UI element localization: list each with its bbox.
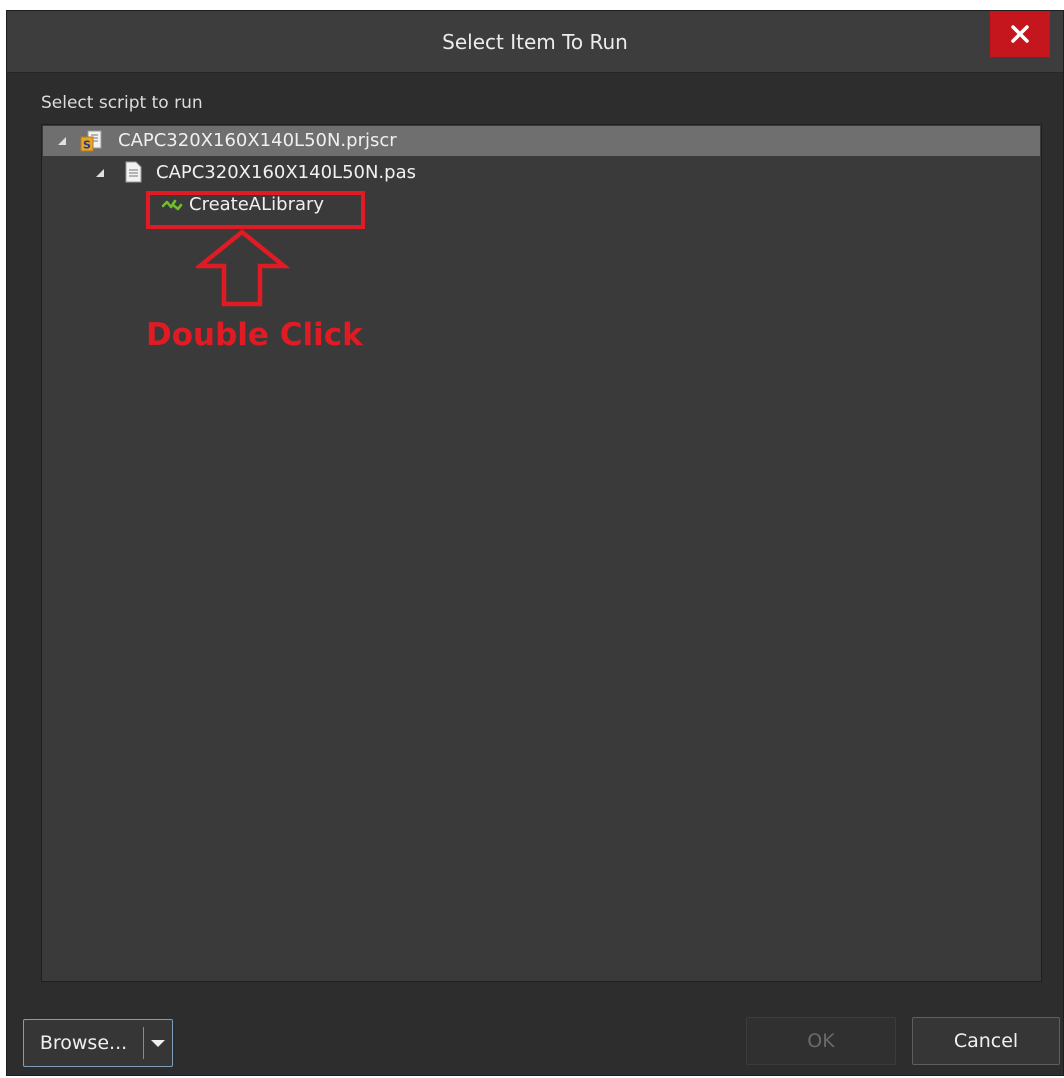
title-bar: Select Item To Run [7,11,1063,73]
annotation-highlight-box [146,191,365,229]
ok-button[interactable]: OK [746,1017,896,1065]
script-project-icon: S [80,130,102,152]
browse-button[interactable]: Browse... [23,1019,173,1067]
collapse-arrow-icon[interactable] [58,137,66,145]
tree-item-label: CAPC320X160X140L50N.prjscr [118,130,397,151]
dropdown-arrow-icon[interactable] [148,1032,168,1054]
tree-item-project[interactable]: S CAPC320X160X140L50N.prjscr [43,126,1040,156]
close-icon [1011,25,1029,43]
browse-button-label: Browse... [39,1032,128,1054]
tree-item-pas-file[interactable]: CAPC320X160X140L50N.pas [43,158,1040,188]
script-tree[interactable]: S CAPC320X160X140L50N.prjscr CAPC320X160… [41,124,1042,982]
split-divider [143,1027,144,1059]
cancel-button[interactable]: Cancel [912,1017,1060,1065]
close-button[interactable] [990,11,1050,57]
section-label: Select script to run [41,93,203,113]
select-item-dialog: Select Item To Run Select script to run … [6,10,1064,1076]
collapse-arrow-icon[interactable] [96,169,104,177]
annotation-text: Double Click [146,317,363,353]
tree-item-label: CAPC320X160X140L50N.pas [156,162,416,183]
document-icon [125,161,142,183]
svg-text:S: S [83,139,91,152]
up-arrow-icon [196,229,291,307]
dialog-title: Select Item To Run [442,30,628,54]
